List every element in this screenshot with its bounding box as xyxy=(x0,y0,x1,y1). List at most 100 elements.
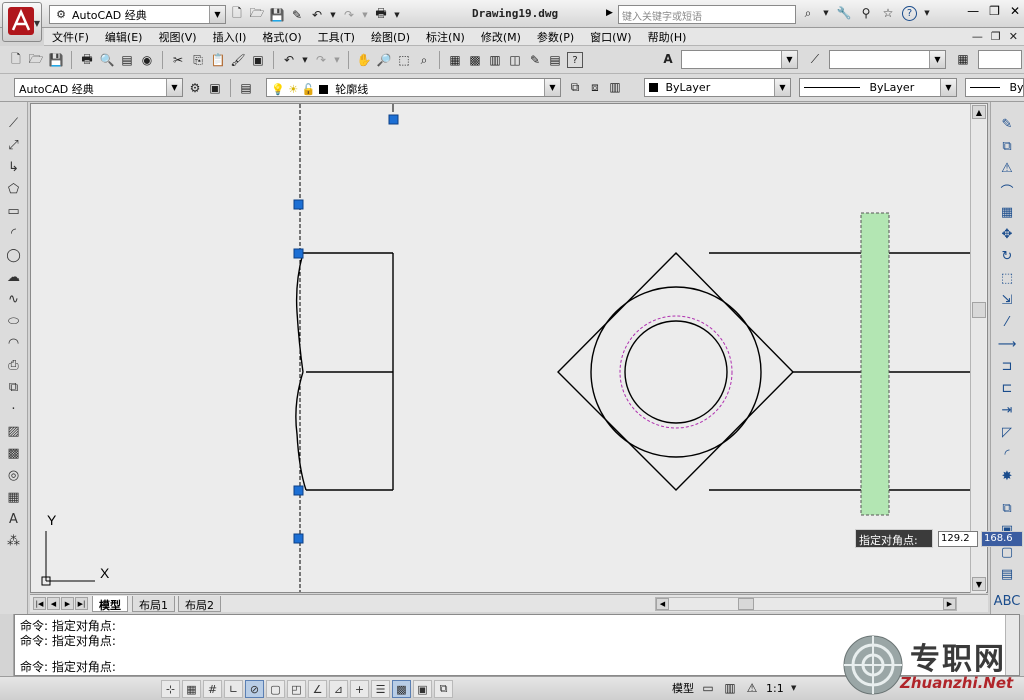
osnap-icon[interactable]: ▢ xyxy=(266,680,285,698)
tool-palettes-icon[interactable]: ▥ xyxy=(487,52,503,68)
circle-icon[interactable]: ◯ xyxy=(5,247,22,264)
menu-format[interactable]: 格式(O) xyxy=(254,29,309,45)
point-icon[interactable]: · xyxy=(5,401,22,418)
chevron-down-icon[interactable]: ▼ xyxy=(929,51,945,68)
arc-icon[interactable]: ◜ xyxy=(5,225,22,242)
menu-view[interactable]: 视图(V) xyxy=(150,29,204,45)
search-input[interactable]: 键入关键字或短语 xyxy=(618,5,796,24)
doc-minimize-icon[interactable]: — xyxy=(972,30,983,43)
undo-dropdown-icon[interactable]: ▼ xyxy=(329,7,337,23)
tab-layout2[interactable]: 布局2 xyxy=(178,596,221,612)
gradient-icon[interactable]: ▩ xyxy=(5,445,22,462)
sheet-set-icon[interactable]: ◫ xyxy=(507,52,523,68)
menu-window[interactable]: 窗口(W) xyxy=(582,29,639,45)
construction-line-icon[interactable]: ⤢ xyxy=(5,137,22,154)
tab-model[interactable]: 模型 xyxy=(92,596,128,612)
menu-help[interactable]: 帮助(H) xyxy=(640,29,695,45)
explode-icon[interactable]: ✸ xyxy=(998,467,1016,485)
plot-preview-icon[interactable]: 🔍 xyxy=(99,52,115,68)
help-dropdown-icon[interactable]: ▼ xyxy=(923,5,931,21)
fillet-icon[interactable]: ◜ xyxy=(998,445,1016,463)
dynamic-input-y[interactable]: 168.6 xyxy=(981,531,1023,547)
markup-icon[interactable]: ✎ xyxy=(527,52,543,68)
layer-previous-icon[interactable]: ⧈ xyxy=(587,79,603,95)
spline-icon[interactable]: ∿ xyxy=(5,291,22,308)
save-icon[interactable]: 💾 xyxy=(269,7,285,23)
lineweight-icon[interactable]: ☰ xyxy=(371,680,390,698)
zoom-window-icon[interactable]: ⬚ xyxy=(396,52,412,68)
doc-close-icon[interactable]: ✕ xyxy=(1009,30,1018,43)
design-center-icon[interactable]: ▩ xyxy=(467,52,483,68)
menu-insert[interactable]: 插入(I) xyxy=(205,29,255,45)
workspace-settings-icon[interactable]: ⚙ xyxy=(187,80,203,96)
ellipse-icon[interactable]: ⬭ xyxy=(5,313,22,330)
annotation-scale-icon[interactable]: ⚠ xyxy=(744,680,760,696)
redo-dropdown-icon[interactable]: ▼ xyxy=(361,7,369,23)
first-tab-icon[interactable]: |◀ xyxy=(33,597,46,610)
menu-modify[interactable]: 修改(M) xyxy=(473,29,529,45)
hscroll-thumb[interactable] xyxy=(738,598,754,610)
ellipse-arc-icon[interactable]: ◠ xyxy=(5,335,22,352)
search-dropdown-icon[interactable]: ▼ xyxy=(822,5,830,21)
scroll-up-icon[interactable]: ▲ xyxy=(972,105,986,119)
workspace-save-icon[interactable]: ▣ xyxy=(207,80,223,96)
text-style-combo[interactable]: ▼ xyxy=(681,50,798,69)
quickcalc-icon[interactable]: ▤ xyxy=(547,52,563,68)
scroll-left-icon[interactable]: ◀ xyxy=(656,598,669,610)
quick-view-layouts-icon[interactable]: ▭ xyxy=(700,680,716,696)
menu-edit[interactable]: 编辑(E) xyxy=(97,29,151,45)
plot-icon[interactable]: 🖶 xyxy=(373,6,389,23)
dim-style-icon[interactable]: ⟋ xyxy=(807,51,823,67)
undo-tb-icon[interactable]: ↶ xyxy=(281,52,297,68)
favorites-icon[interactable]: ☆ xyxy=(880,5,896,21)
break-icon[interactable]: ⊏ xyxy=(998,379,1016,397)
workspace-switcher[interactable]: ⚙ AutoCAD 经典 ▼ xyxy=(49,5,226,24)
chevron-down-icon[interactable]: ▼ xyxy=(940,79,956,96)
redo-tb-dropdown-icon[interactable]: ▼ xyxy=(333,52,341,68)
dyn-input-icon[interactable]: + xyxy=(350,680,369,698)
scroll-thumb[interactable] xyxy=(972,302,986,318)
join-icon[interactable]: ⇥ xyxy=(998,401,1016,419)
chevron-down-icon[interactable]: ▼ xyxy=(209,6,225,23)
next-tab-icon[interactable]: ▶ xyxy=(61,597,74,610)
text-front-icon[interactable]: ▤ xyxy=(998,565,1016,583)
infocenter-arrow-icon[interactable]: ▶ xyxy=(606,8,613,18)
transparency-icon[interactable]: ▩ xyxy=(392,680,411,698)
workspace-combo[interactable]: AutoCAD 经典 ▼ xyxy=(14,78,183,97)
scroll-right-icon[interactable]: ▶ xyxy=(943,598,956,610)
hatch-icon[interactable]: ▨ xyxy=(5,423,22,440)
copy-icon[interactable]: ⎘ xyxy=(190,52,206,68)
trim-icon[interactable]: ⁄ xyxy=(998,313,1016,331)
array-icon[interactable]: ▦ xyxy=(998,203,1016,221)
menu-tools[interactable]: 工具(T) xyxy=(310,29,363,45)
make-block-icon[interactable]: ⧉ xyxy=(5,379,22,396)
line-icon[interactable]: ⟋ xyxy=(5,115,22,132)
polygon-icon[interactable]: ⬠ xyxy=(5,181,22,198)
tab-layout1[interactable]: 布局1 xyxy=(132,596,175,612)
ducs-icon[interactable]: ⊿ xyxy=(329,680,348,698)
paste-icon[interactable]: 📋 xyxy=(210,52,226,68)
scroll-down-icon[interactable]: ▼ xyxy=(972,577,986,591)
layer-manager-icon[interactable]: ▤ xyxy=(238,80,254,96)
table-style-icon[interactable]: ▦ xyxy=(955,51,971,67)
otrack-icon[interactable]: ∠ xyxy=(308,680,327,698)
copy-object-icon[interactable]: ⧉ xyxy=(998,137,1016,155)
text-style-icon[interactable]: A xyxy=(660,51,676,67)
chevron-down-icon[interactable]: ▼ xyxy=(166,79,182,96)
revision-cloud-icon[interactable]: ☁ xyxy=(5,269,22,286)
pan-icon[interactable]: ✋ xyxy=(356,52,372,68)
prev-tab-icon[interactable]: ◀ xyxy=(47,597,60,610)
open-file-icon[interactable]: 🗁 xyxy=(249,6,265,23)
help-tb-icon[interactable]: ? xyxy=(567,52,583,68)
qnew-icon[interactable]: 🗋 xyxy=(8,52,24,68)
properties-icon[interactable]: ▦ xyxy=(447,52,463,68)
extend-icon[interactable]: ⟶ xyxy=(998,335,1017,353)
minimize-icon[interactable]: — xyxy=(967,4,979,18)
qat-dropdown-icon[interactable]: ▼ xyxy=(393,7,401,23)
help-icon[interactable]: ? xyxy=(902,5,917,21)
offset-icon[interactable]: ⌒ xyxy=(998,181,1016,200)
dim-style-combo[interactable]: ▼ xyxy=(829,50,946,69)
move-icon[interactable]: ✥ xyxy=(998,225,1016,243)
application-menu-button[interactable]: ▼ xyxy=(2,2,42,42)
rectangle-icon[interactable]: ▭ xyxy=(5,203,22,220)
